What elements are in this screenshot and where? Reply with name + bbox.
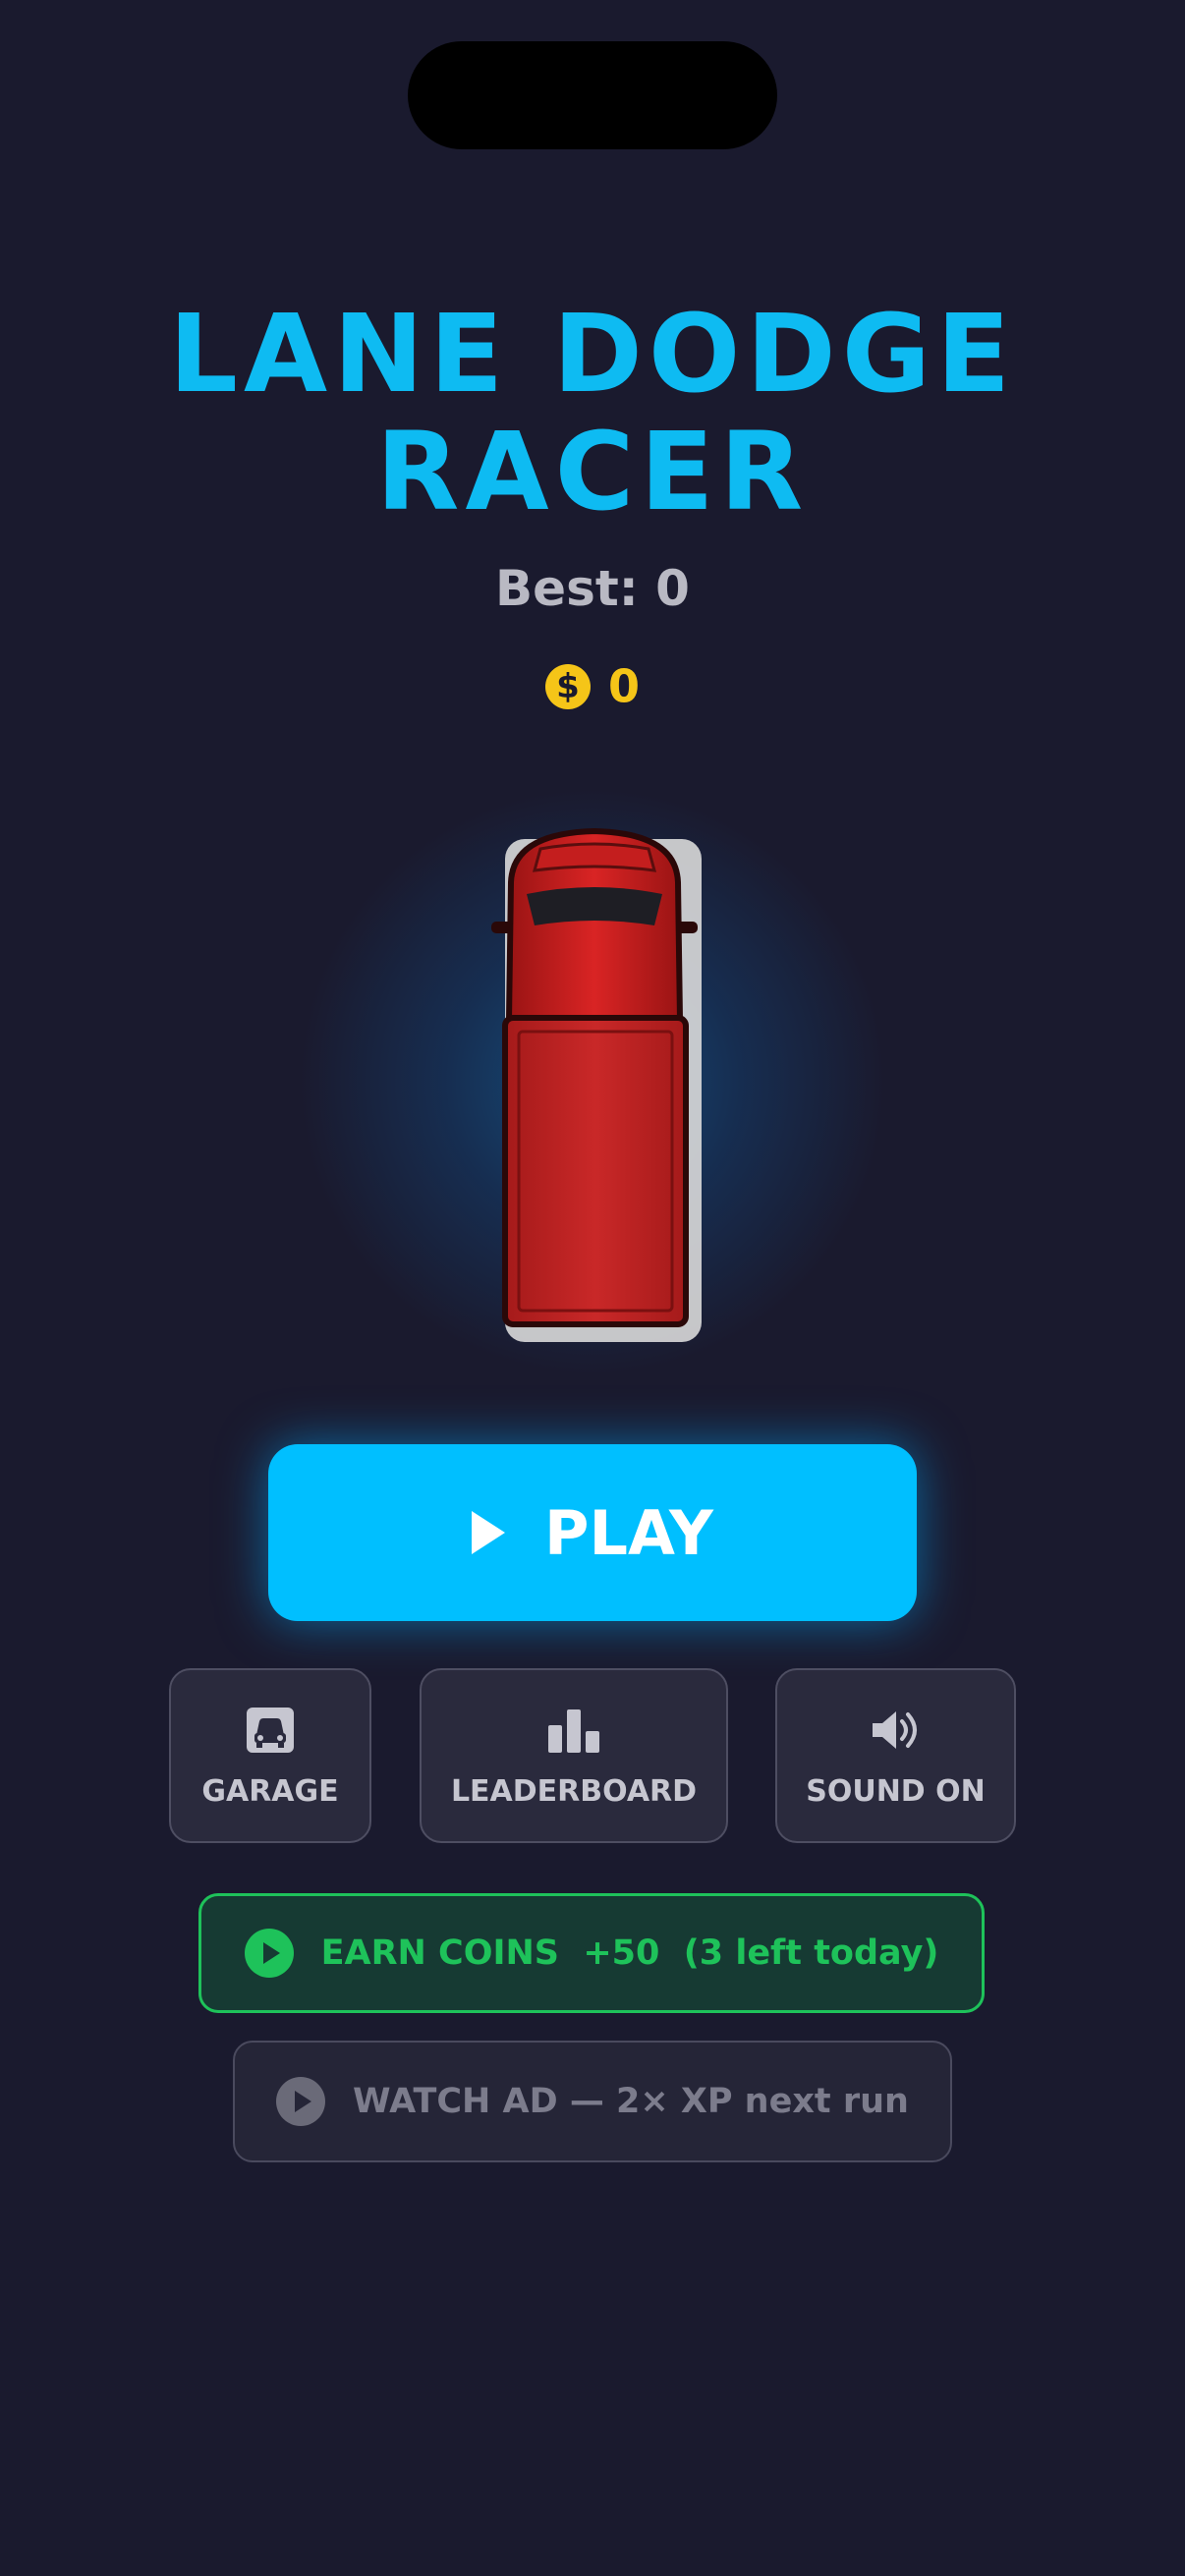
game-title: LANE DODGE RACER [0,295,1185,531]
player-truck-image [491,827,702,1342]
game-title-line-2: RACER [375,409,810,534]
play-circle-icon [276,2077,326,2126]
earn-coins-label: EARN COINS [320,1933,559,1973]
play-circle-icon [244,1929,294,1978]
garage-button[interactable]: GARAGE [169,1668,371,1843]
play-button-label: PLAY [544,1496,713,1569]
game-title-line-1: LANE DODGE [168,291,1017,417]
earn-coins-amount: +50 [583,1933,660,1973]
play-button[interactable]: PLAY [268,1444,917,1621]
earn-coins-button[interactable]: EARN COINS +50 (3 left today) [198,1893,985,2013]
coin-amount: 0 [607,659,640,713]
bar-chart-icon [422,1706,726,1755]
dollar-coin-icon: $ [544,663,591,709]
camera-notch [408,41,777,149]
garage-label: GARAGE [201,1774,339,1809]
sound-toggle-button[interactable]: SOUND ON [775,1668,1016,1843]
coin-balance: $0 [0,656,1185,713]
sound-label: SOUND ON [806,1774,986,1809]
watch-ad-button[interactable]: WATCH AD — 2× XP next run [233,2041,952,2162]
car-front-icon [171,1706,369,1755]
watch-ad-label: WATCH AD — 2× XP next run [353,2082,909,2121]
leaderboard-label: LEADERBOARD [450,1774,698,1809]
speaker-icon [777,1706,1014,1755]
leaderboard-button[interactable]: LEADERBOARD [420,1668,728,1843]
earn-coins-remaining: (3 left today) [683,1933,939,1973]
play-icon [472,1511,506,1554]
best-score: Best: 0 [495,560,690,617]
